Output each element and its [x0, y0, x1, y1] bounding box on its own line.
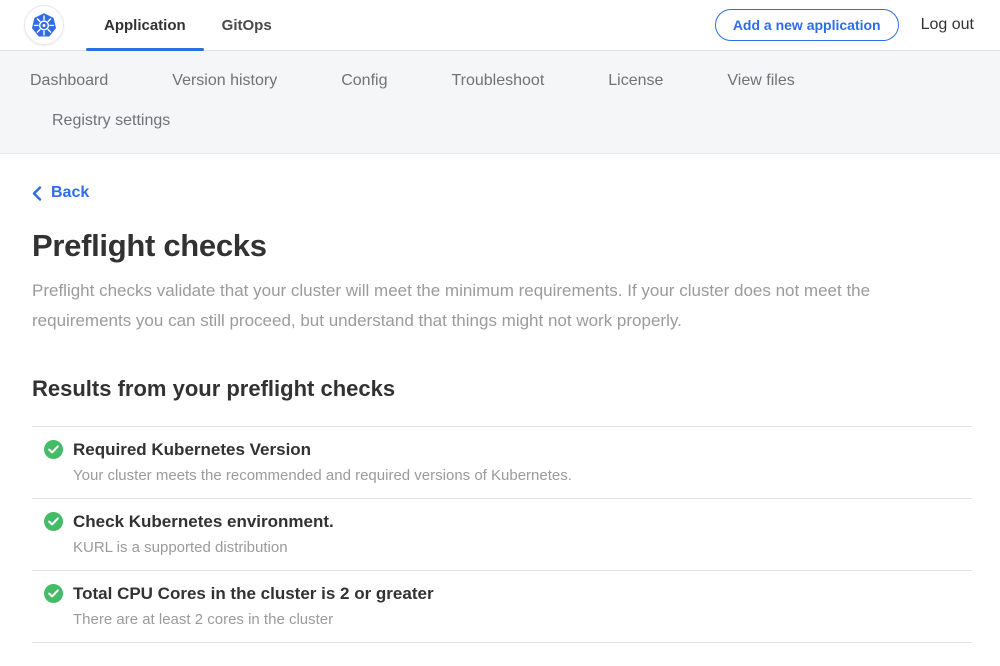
- check-description: There are at least 2 cores in the cluste…: [73, 611, 972, 628]
- subnav-item-version-history[interactable]: Version history: [172, 72, 277, 90]
- subnav-item-view-files[interactable]: View files: [727, 72, 794, 90]
- tab-application-label: Application: [104, 17, 186, 34]
- check-pass-icon: [44, 584, 63, 603]
- kubernetes-logo-icon: [24, 5, 64, 45]
- preflight-results-list: Required Kubernetes Version Your cluster…: [32, 426, 972, 643]
- subnav-item-registry-settings[interactable]: Registry settings: [52, 112, 170, 130]
- subnav-item-troubleshoot[interactable]: Troubleshoot: [451, 72, 544, 90]
- app-subnav: Dashboard Version history Config Trouble…: [0, 51, 1000, 154]
- results-heading: Results from your preflight checks: [32, 376, 972, 402]
- check-title: Total CPU Cores in the cluster is 2 or g…: [73, 584, 434, 604]
- subnav-item-config[interactable]: Config: [341, 72, 387, 90]
- top-header: Application GitOps Add a new application…: [0, 0, 1000, 51]
- tab-gitops-label: GitOps: [222, 17, 272, 34]
- logout-link[interactable]: Log out: [921, 16, 974, 34]
- check-description: KURL is a supported distribution: [73, 539, 972, 556]
- preflight-page: Back Preflight checks Preflight checks v…: [0, 154, 1000, 666]
- app-logo[interactable]: [24, 0, 64, 50]
- check-pass-icon: [44, 512, 63, 531]
- back-link[interactable]: Back: [32, 184, 89, 202]
- page-description: Preflight checks validate that your clus…: [32, 276, 942, 336]
- tab-application[interactable]: Application: [86, 0, 204, 50]
- preflight-check-row: Check Kubernetes environment. KURL is a …: [32, 498, 972, 570]
- page-title: Preflight checks: [32, 228, 972, 264]
- check-title: Required Kubernetes Version: [73, 440, 311, 460]
- check-description: Your cluster meets the recommended and r…: [73, 467, 972, 484]
- preflight-check-row: Required Kubernetes Version Your cluster…: [32, 426, 972, 498]
- add-new-application-button[interactable]: Add a new application: [715, 9, 899, 41]
- chevron-left-icon: [32, 186, 42, 201]
- preflight-check-row: Total CPU Cores in the cluster is 2 or g…: [32, 570, 972, 643]
- header-right: Add a new application Log out: [715, 0, 974, 50]
- back-link-label: Back: [51, 184, 89, 202]
- subnav-row-2: Registry settings: [0, 101, 1000, 141]
- subnav-row-1: Dashboard Version history Config Trouble…: [0, 61, 1000, 101]
- subnav-item-license[interactable]: License: [608, 72, 663, 90]
- check-pass-icon: [44, 440, 63, 459]
- header-tabs: Application GitOps: [86, 0, 290, 50]
- subnav-item-dashboard[interactable]: Dashboard: [30, 72, 108, 90]
- tab-gitops[interactable]: GitOps: [204, 0, 290, 50]
- check-title: Check Kubernetes environment.: [73, 512, 334, 532]
